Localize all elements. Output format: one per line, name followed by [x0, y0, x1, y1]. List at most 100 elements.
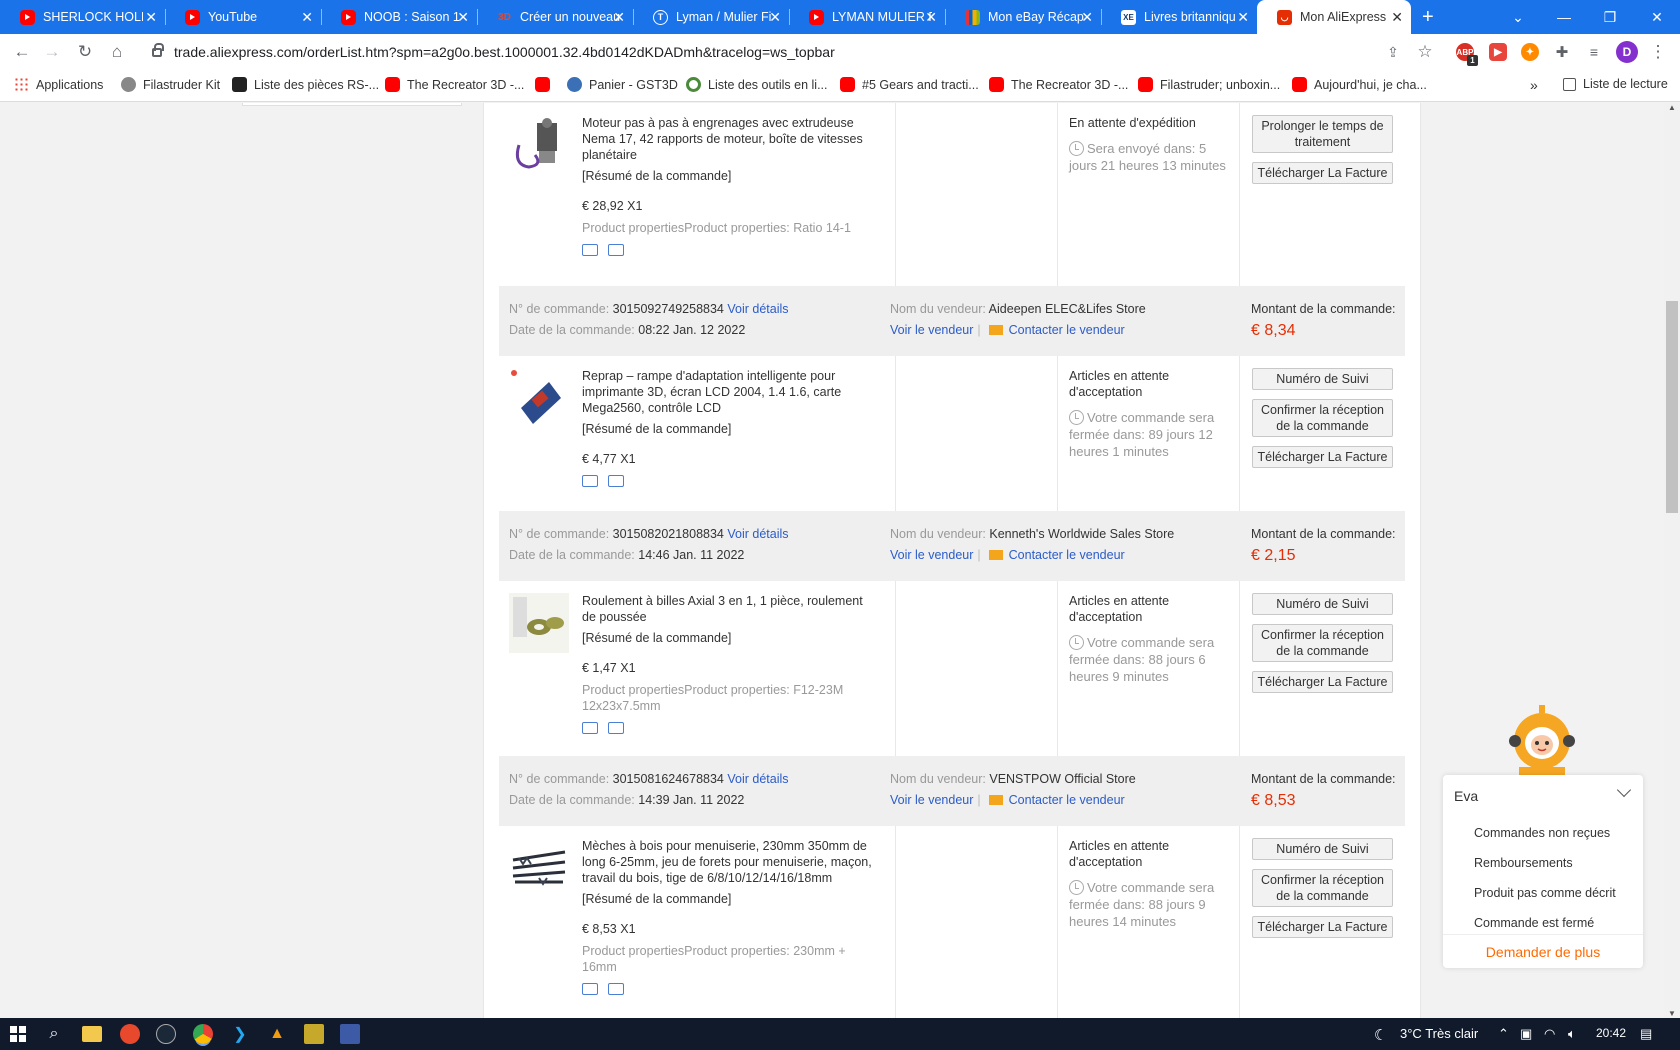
chat-option-produit-pas-comme-decrit[interactable]: Produit pas comme décrit — [1474, 878, 1616, 908]
shipping-icon[interactable] — [582, 244, 598, 256]
close-icon[interactable]: ✕ — [457, 9, 469, 26]
chevron-down-icon[interactable] — [1616, 782, 1632, 798]
download-invoice-button[interactable]: Télécharger La Facture — [1252, 671, 1393, 693]
tab-search-icon[interactable]: ⌄ — [1495, 0, 1541, 34]
bookmark-filastruder-kit[interactable]: Filastruder Kit — [121, 77, 220, 92]
app-icon[interactable] — [340, 1024, 360, 1044]
steam-icon[interactable] — [156, 1024, 176, 1044]
shipping-icon[interactable] — [582, 983, 598, 995]
product-title[interactable]: Mèches à bois pour menuiserie, 230mm 350… — [582, 838, 877, 886]
bookmark-liste-outils[interactable]: Liste des outils en li... — [686, 77, 828, 92]
tab-aliexpress[interactable]: ◡ Mon AliExpress ✕ — [1257, 0, 1411, 34]
chat-option-commandes-non-recues[interactable]: Commandes non reçues — [1474, 818, 1616, 848]
kebab-menu-icon[interactable]: ⋮ — [1648, 42, 1668, 62]
view-details-link[interactable]: Voir détails — [727, 302, 788, 316]
new-tab-button[interactable]: + — [1422, 6, 1434, 29]
close-icon[interactable]: ✕ — [301, 9, 313, 26]
product-thumbnail[interactable] — [509, 593, 569, 653]
clock-time[interactable]: 20:42 — [1596, 1026, 1626, 1040]
payment-icon[interactable] — [608, 244, 624, 256]
extend-processing-button[interactable]: Prolonger le temps de traitement — [1252, 115, 1393, 153]
payment-icon[interactable] — [608, 722, 624, 734]
network-icon[interactable]: ◠ — [1544, 1026, 1555, 1042]
download-invoice-button[interactable]: Télécharger La Facture — [1252, 446, 1393, 468]
shipping-icon[interactable] — [582, 722, 598, 734]
contact-seller-link[interactable]: Contacter le vendeur — [1009, 548, 1125, 562]
page-scrollbar[interactable]: ▲ ▼ — [1664, 103, 1680, 1018]
close-icon[interactable]: ✕ — [1237, 9, 1249, 26]
app-icon[interactable] — [120, 1024, 140, 1044]
view-seller-link[interactable]: Voir le vendeur — [890, 548, 973, 562]
download-invoice-button[interactable]: Télécharger La Facture — [1252, 916, 1393, 938]
share-icon[interactable]: ⇪ — [1383, 42, 1403, 62]
tray-overflow-icon[interactable]: ⌃ — [1498, 1026, 1509, 1042]
bookmark-recreator-2[interactable]: The Recreator 3D -... — [989, 77, 1128, 92]
tracking-number-button[interactable]: Numéro de Suivi — [1252, 368, 1393, 390]
tab-livres[interactable]: XE Livres britanniqu ✕ — [1101, 0, 1257, 34]
close-window-button[interactable]: ✕ — [1634, 0, 1680, 34]
view-seller-link[interactable]: Voir le vendeur — [890, 793, 973, 807]
view-details-link[interactable]: Voir détails — [727, 527, 788, 541]
order-summary-link[interactable]: [Résumé de la commande] — [582, 168, 877, 184]
order-summary-link[interactable]: [Résumé de la commande] — [582, 421, 877, 437]
tracking-number-button[interactable]: Numéro de Suivi — [1252, 838, 1393, 860]
scroll-thumb[interactable] — [1666, 301, 1678, 513]
tab-ebay[interactable]: Mon eBay Récap ✕ — [945, 0, 1101, 34]
close-icon[interactable]: ✕ — [1391, 9, 1403, 26]
vlc-icon[interactable]: ▲ — [267, 1024, 287, 1044]
reading-list-button[interactable]: Liste de lecture — [1563, 77, 1668, 91]
honey-extension-icon[interactable]: ✦ — [1521, 43, 1539, 61]
close-icon[interactable]: ✕ — [1081, 9, 1093, 26]
tab-lyman-mulier[interactable]: LYMAN MULIER F ✕ — [789, 0, 945, 34]
product-title[interactable]: Moteur pas à pas à engrenages avec extru… — [582, 115, 877, 163]
reload-icon[interactable]: ↻ — [75, 42, 95, 62]
chat-option-remboursements[interactable]: Remboursements — [1474, 848, 1616, 878]
media-control-icon[interactable]: ≡ — [1584, 42, 1604, 62]
restore-button[interactable]: ❐ — [1587, 0, 1633, 34]
tab-lyman[interactable]: T Lyman / Mulier Fi ✕ — [633, 0, 789, 34]
confirm-receipt-button[interactable]: Confirmer la réception de la commande — [1252, 399, 1393, 437]
payment-icon[interactable] — [608, 983, 624, 995]
product-thumbnail[interactable] — [509, 838, 569, 898]
search-icon[interactable]: ⌕ — [44, 1024, 64, 1044]
close-icon[interactable]: ✕ — [925, 9, 937, 26]
minimize-button[interactable]: — — [1541, 0, 1587, 34]
bookmark-panier-gst3d[interactable]: Panier - GST3D — [567, 77, 678, 92]
tray-app-icon[interactable]: ▣ — [1520, 1026, 1532, 1042]
bookmark-applications[interactable]: Applications — [14, 77, 103, 92]
notification-icon[interactable]: ▤ — [1640, 1026, 1652, 1042]
bookmarks-overflow-button[interactable]: » — [1530, 77, 1538, 93]
vscode-icon[interactable]: ❯ — [230, 1024, 250, 1044]
home-icon[interactable]: ⌂ — [107, 42, 127, 62]
tab-sherlock[interactable]: SHERLOCK HOLMES ✕ — [0, 0, 165, 34]
order-summary-link[interactable]: [Résumé de la commande] — [582, 630, 877, 646]
file-explorer-icon[interactable] — [82, 1026, 102, 1042]
ask-more-button[interactable]: Demander de plus — [1443, 934, 1643, 968]
view-details-link[interactable]: Voir détails — [727, 772, 788, 786]
weather-text[interactable]: 3°C Très clair — [1400, 1026, 1478, 1041]
profile-avatar[interactable]: D — [1616, 41, 1638, 63]
chrome-icon[interactable] — [193, 1024, 213, 1044]
confirm-receipt-button[interactable]: Confirmer la réception de la commande — [1252, 869, 1393, 907]
shipping-icon[interactable] — [582, 475, 598, 487]
payment-icon[interactable] — [608, 475, 624, 487]
volume-icon[interactable]: 🔈︎ — [1568, 1026, 1576, 1042]
close-icon[interactable]: ✕ — [613, 9, 625, 26]
close-icon[interactable]: ✕ — [769, 9, 781, 26]
forward-arrow-icon[interactable]: → — [42, 42, 62, 62]
product-title[interactable]: Roulement à billes Axial 3 en 1, 1 pièce… — [582, 593, 877, 625]
contact-seller-link[interactable]: Contacter le vendeur — [1009, 323, 1125, 337]
product-thumbnail[interactable] — [509, 368, 569, 428]
bookmark-liste-pieces[interactable]: Liste des pièces RS-... — [232, 77, 379, 92]
tab-youtube[interactable]: YouTube ✕ — [165, 0, 321, 34]
product-thumbnail[interactable] — [509, 115, 569, 175]
tab-3d[interactable]: 3D Créer un nouveau ✕ — [477, 0, 633, 34]
tab-noob[interactable]: NOOB : Saison 1 ✕ — [321, 0, 477, 34]
bookmark-star-icon[interactable]: ☆ — [1415, 42, 1435, 62]
confirm-receipt-button[interactable]: Confirmer la réception de la commande — [1252, 624, 1393, 662]
close-icon[interactable]: ✕ — [145, 9, 157, 26]
bookmark-youtube[interactable] — [535, 77, 557, 92]
video-extension-icon[interactable]: ▶ — [1489, 43, 1507, 61]
contact-seller-link[interactable]: Contacter le vendeur — [1009, 793, 1125, 807]
back-arrow-icon[interactable]: ← — [12, 42, 32, 62]
